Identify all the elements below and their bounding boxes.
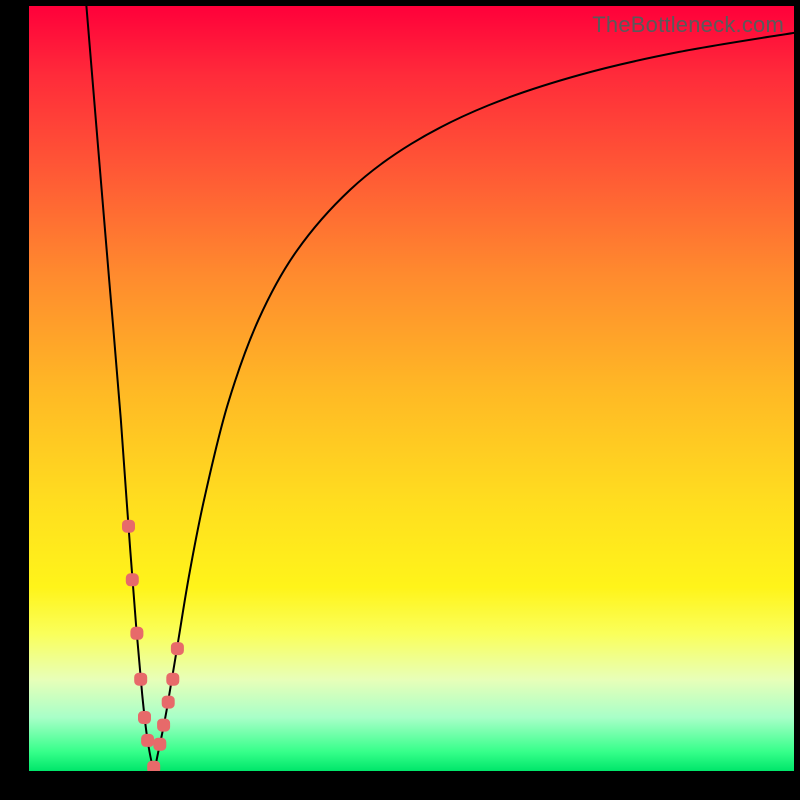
data-marker <box>148 761 160 771</box>
data-marker <box>126 574 138 586</box>
data-marker <box>123 520 135 532</box>
data-marker <box>167 673 179 685</box>
data-marker <box>142 734 154 746</box>
chart-frame: TheBottleneck.com <box>0 0 800 800</box>
data-marker <box>139 712 151 724</box>
plot-area: TheBottleneck.com <box>29 6 794 771</box>
chart-svg <box>29 6 794 771</box>
data-marker <box>158 719 170 731</box>
data-marker <box>162 696 174 708</box>
data-marker <box>135 673 147 685</box>
bottleneck-curve <box>86 6 794 767</box>
data-marker <box>171 643 183 655</box>
data-marker <box>131 627 143 639</box>
data-marker <box>154 738 166 750</box>
